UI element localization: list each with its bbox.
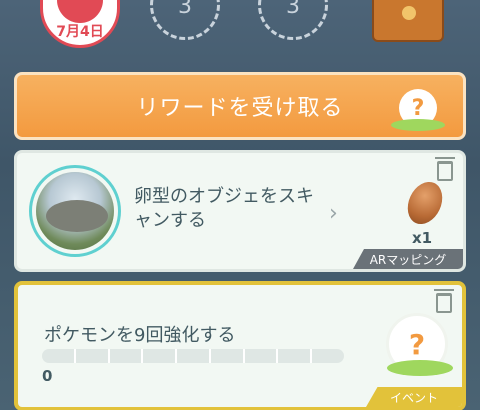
progress-segment	[76, 349, 110, 363]
task-title: 卵型のオブジェをスキャンする	[134, 186, 314, 231]
progress-bar	[42, 349, 344, 363]
chevron-right-icon[interactable]: ›	[329, 201, 338, 226]
question-mark-icon: ?	[391, 89, 445, 131]
progress-segment	[110, 349, 144, 363]
progress-segment	[211, 349, 245, 363]
claim-reward-label: リワードを受け取る	[136, 96, 344, 121]
date-stamp: 7月4日	[40, 0, 120, 48]
question-mark-text: ?	[408, 327, 426, 361]
research-task-scan[interactable]: 卵型のオブジェをスキャンする › x1 ARマッピング	[14, 150, 466, 272]
top-strip: 7月4日 3 3	[0, 0, 480, 66]
task-photo-frame	[29, 165, 121, 257]
stamp-date: 7月4日	[56, 24, 104, 40]
trash-icon[interactable]	[434, 289, 454, 313]
step-circle-a: 3	[150, 0, 220, 40]
claim-reward-button[interactable]: リワードを受け取る ?	[14, 72, 466, 140]
reward-quantity: x1	[412, 229, 433, 247]
progress-segment	[312, 349, 344, 363]
progress-value: 0	[42, 367, 53, 385]
egg-object-photo	[36, 172, 114, 250]
research-task-power-up[interactable]: ポケモンを9回強化する 0 ? イベント	[14, 281, 466, 410]
rock-icon	[401, 176, 449, 230]
question-mark-icon: ?	[386, 313, 453, 376]
stamp-ring	[57, 0, 103, 23]
progress-segment	[245, 349, 279, 363]
event-tag: イベント	[366, 387, 462, 407]
box-icon[interactable]	[372, 0, 444, 42]
step-a-label: 3	[178, 0, 192, 19]
progress-segment	[177, 349, 211, 363]
trash-icon[interactable]	[435, 157, 455, 181]
task-title: ポケモンを9回強化する	[44, 325, 236, 346]
grass-icon	[387, 360, 453, 376]
step-circle-b: 3	[258, 0, 328, 40]
progress-segment	[278, 349, 313, 363]
progress-segment	[143, 349, 178, 363]
progress-segment	[42, 349, 76, 363]
ar-mapping-tag: ARマッピング	[353, 249, 463, 269]
step-b-label: 3	[286, 0, 300, 19]
grass-icon	[391, 119, 445, 131]
question-mark-text: ?	[411, 95, 425, 121]
